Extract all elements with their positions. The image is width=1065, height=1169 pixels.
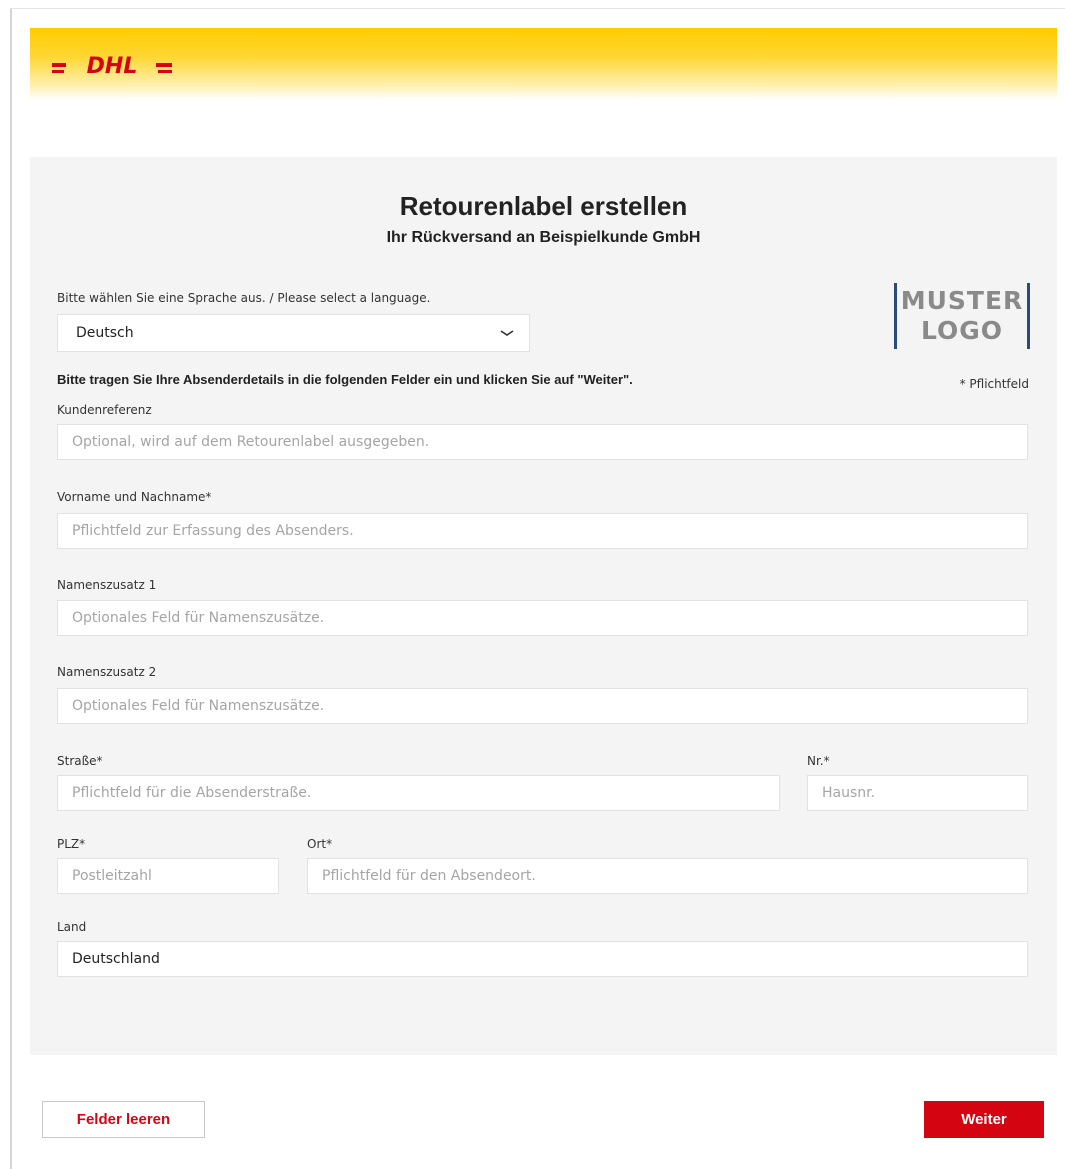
- name-addition-2-input[interactable]: Optionales Feld für Namenszusätze.: [57, 688, 1028, 724]
- name-addition-2-label: Namenszusatz 2: [57, 665, 157, 679]
- language-label: Bitte wählen Sie eine Sprache aus. / Ple…: [57, 291, 431, 305]
- required-field-note: * Pflichtfeld: [959, 377, 1029, 391]
- dhl-header-bar: DHL: [30, 28, 1057, 100]
- postal-code-placeholder: Postleitzahl: [72, 868, 152, 884]
- house-number-input[interactable]: Hausnr.: [807, 775, 1028, 811]
- language-selected-value: Deutsch: [76, 325, 134, 341]
- name-addition-1-label: Namenszusatz 1: [57, 578, 157, 592]
- city-input[interactable]: Pflichtfeld für den Absendeort.: [307, 858, 1028, 894]
- name-addition-2-placeholder: Optionales Feld für Namenszusätze.: [72, 698, 325, 714]
- customer-reference-label: Kundenreferenz: [57, 403, 152, 417]
- postal-code-label: PLZ*: [57, 837, 86, 851]
- name-addition-1-input[interactable]: Optionales Feld für Namenszusätze.: [57, 600, 1028, 636]
- full-name-label: Vorname und Nachname*: [57, 490, 212, 504]
- street-input[interactable]: Pflichtfeld für die Absenderstraße.: [57, 775, 780, 811]
- next-button[interactable]: Weiter: [924, 1101, 1044, 1138]
- page-subtitle: Ihr Rückversand an Beispielkunde GmbH: [386, 229, 701, 246]
- page-title: Retourenlabel erstellen: [399, 191, 688, 221]
- chevron-down-icon: [500, 330, 514, 336]
- country-label: Land: [57, 920, 87, 934]
- city-placeholder: Pflichtfeld für den Absendeort.: [322, 868, 536, 884]
- street-placeholder: Pflichtfeld für die Absenderstraße.: [72, 785, 312, 801]
- full-name-placeholder: Pflichtfeld zur Erfassung des Absenders.: [72, 523, 354, 539]
- name-addition-1-placeholder: Optionales Feld für Namenszusätze.: [72, 610, 325, 626]
- clear-fields-button[interactable]: Felder leeren: [42, 1101, 205, 1138]
- house-number-placeholder: Hausnr.: [822, 785, 876, 801]
- customer-logo-line2: LOGO: [920, 316, 1004, 345]
- full-name-input[interactable]: Pflichtfeld zur Erfassung des Absenders.: [57, 513, 1028, 549]
- dhl-logo-text: DHL: [87, 54, 138, 76]
- dhl-logo: DHL: [52, 54, 172, 76]
- house-number-label: Nr.*: [807, 754, 830, 768]
- customer-logo: MUSTER LOGO: [894, 283, 1030, 349]
- form-instructions: Bitte tragen Sie Ihre Absenderdetails in…: [57, 372, 633, 387]
- country-input[interactable]: Deutschland: [57, 941, 1028, 977]
- city-label: Ort*: [307, 837, 333, 851]
- language-select[interactable]: Deutsch: [57, 314, 530, 352]
- customer-reference-placeholder: Optional, wird auf dem Retourenlabel aus…: [72, 434, 430, 450]
- customer-logo-line1: MUSTER: [900, 286, 1024, 315]
- postal-code-input[interactable]: Postleitzahl: [57, 858, 279, 894]
- country-value: Deutschland: [72, 951, 160, 967]
- customer-reference-input[interactable]: Optional, wird auf dem Retourenlabel aus…: [57, 424, 1028, 460]
- street-label: Straße*: [57, 754, 103, 768]
- return-label-panel: Retourenlabel erstellen Ihr Rückversand …: [30, 157, 1057, 1055]
